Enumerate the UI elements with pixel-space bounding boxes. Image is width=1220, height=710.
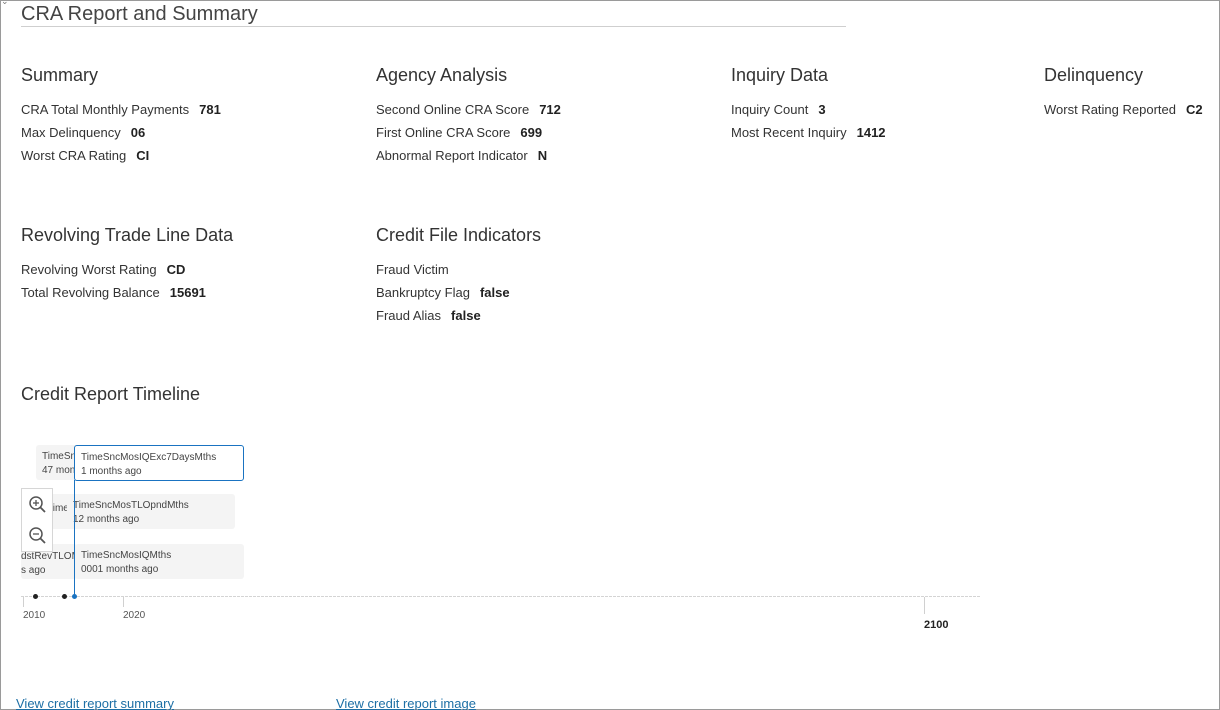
field-value: C2 bbox=[1186, 102, 1203, 117]
collapse-caret-icon[interactable]: ⌄ bbox=[1, 0, 9, 7]
event-time: 0001 months ago bbox=[81, 564, 159, 575]
agency-heading: Agency Analysis bbox=[376, 65, 508, 85]
delinquency-section: Delinquency Worst Rating Reported C2 bbox=[1044, 64, 1203, 121]
page-title: CRA Report and Summary bbox=[21, 3, 258, 25]
revolving-row: Total Revolving Balance 15691 bbox=[21, 281, 233, 304]
event-time: s ago bbox=[21, 565, 46, 576]
event-name: TimeSn bbox=[42, 451, 77, 462]
summary-heading: Summary bbox=[21, 65, 99, 85]
agency-row: Abnormal Report Indicator N bbox=[376, 144, 561, 167]
summary-section: Summary CRA Total Monthly Payments 781 Ma… bbox=[21, 64, 221, 167]
selected-event-marker bbox=[74, 480, 75, 596]
inquiry-heading: Inquiry Data bbox=[731, 65, 829, 85]
view-summary-link[interactable]: View credit report summary bbox=[16, 696, 174, 710]
field-label: Second Online CRA Score bbox=[376, 102, 530, 117]
field-value: N bbox=[537, 148, 548, 163]
timeline-axis bbox=[21, 596, 981, 597]
field-label: Revolving Worst Rating bbox=[21, 262, 157, 277]
summary-row: CRA Total Monthly Payments 781 bbox=[21, 98, 221, 121]
event-name: TimeSncMosTLOpndMths bbox=[73, 500, 189, 511]
revolving-section: Revolving Trade Line Data Revolving Wors… bbox=[21, 224, 233, 304]
event-time: 1 months ago bbox=[81, 466, 142, 477]
field-label: Fraud Victim bbox=[376, 262, 449, 277]
field-label: Bankruptcy Flag bbox=[376, 285, 470, 300]
event-time: 12 months ago bbox=[73, 514, 140, 525]
event-name: TimeSncMosIQExc7DaysMths bbox=[81, 452, 217, 463]
axis-tick bbox=[23, 597, 24, 607]
field-label: Abnormal Report Indicator bbox=[376, 148, 528, 163]
credit-file-row: Bankruptcy Flag false bbox=[376, 281, 541, 304]
timeline-event[interactable]: TimeSncMosIQMths 0001 months ago bbox=[75, 544, 244, 579]
credit-file-row: Fraud Victim bbox=[376, 258, 541, 281]
field-value: 699 bbox=[520, 125, 543, 140]
credit-file-row: Fraud Alias false bbox=[376, 304, 541, 327]
field-label: Worst Rating Reported bbox=[1044, 102, 1176, 117]
field-value: 06 bbox=[130, 125, 146, 140]
agency-row: First Online CRA Score 699 bbox=[376, 121, 561, 144]
field-value: 15691 bbox=[169, 285, 206, 300]
credit-file-section: Credit File Indicators Fraud Victim Bank… bbox=[376, 224, 541, 327]
axis-tick-label: 2010 bbox=[23, 610, 46, 621]
axis-tick-label: 2100 bbox=[924, 619, 949, 631]
field-value: 3 bbox=[818, 102, 826, 117]
summary-row: Max Delinquency 06 bbox=[21, 121, 221, 144]
field-label: Total Revolving Balance bbox=[21, 285, 160, 300]
timeline-point[interactable] bbox=[33, 594, 38, 599]
agency-analysis-section: Agency Analysis Second Online CRA Score 7… bbox=[376, 64, 561, 167]
field-value: CI bbox=[136, 148, 150, 163]
inquiry-data-section: Inquiry Data Inquiry Count 3 Most Recent … bbox=[731, 64, 886, 144]
field-label: Inquiry Count bbox=[731, 102, 809, 117]
field-label: Fraud Alias bbox=[376, 308, 442, 323]
field-value: 712 bbox=[539, 102, 561, 117]
agency-row: Second Online CRA Score 712 bbox=[376, 98, 561, 121]
zoom-out-button[interactable] bbox=[22, 520, 52, 551]
axis-tick bbox=[924, 597, 925, 614]
field-value: CD bbox=[166, 262, 186, 277]
view-image-link[interactable]: View credit report image bbox=[336, 696, 476, 710]
credit-report-timeline[interactable]: TimeSn 47 mon dstRevTLOM s ago TimeSncOp… bbox=[21, 440, 981, 640]
delinquency-row: Worst Rating Reported C2 bbox=[1044, 98, 1203, 121]
title-divider bbox=[21, 26, 846, 27]
timeline-event[interactable]: TimeSncMosTLOpndMths 12 months ago bbox=[67, 494, 235, 529]
field-label: First Online CRA Score bbox=[376, 125, 511, 140]
field-value: false bbox=[479, 285, 510, 300]
timeline-heading: Credit Report Timeline bbox=[21, 384, 201, 404]
delinquency-heading: Delinquency bbox=[1044, 65, 1144, 85]
timeline-event-selected[interactable]: TimeSncMosIQExc7DaysMths 1 months ago bbox=[74, 445, 244, 481]
zoom-in-icon bbox=[29, 496, 46, 513]
timeline-point[interactable] bbox=[62, 594, 67, 599]
field-value: false bbox=[451, 308, 481, 323]
field-label: Worst CRA Rating bbox=[21, 148, 127, 163]
field-value: 781 bbox=[199, 102, 221, 117]
field-label: Most Recent Inquiry bbox=[731, 125, 847, 140]
field-value: 1412 bbox=[856, 125, 886, 140]
zoom-in-button[interactable] bbox=[22, 489, 52, 520]
summary-row: Worst CRA Rating CI bbox=[21, 144, 221, 167]
zoom-out-icon bbox=[29, 527, 46, 544]
zoom-controls bbox=[21, 488, 53, 552]
inquiry-row: Inquiry Count 3 bbox=[731, 98, 886, 121]
revolving-heading: Revolving Trade Line Data bbox=[21, 225, 234, 245]
event-name: TimeSncMosIQMths bbox=[81, 550, 172, 561]
event-time: 47 mon bbox=[42, 465, 76, 476]
event-name: dstRevTLOM bbox=[21, 551, 77, 562]
revolving-row: Revolving Worst Rating CD bbox=[21, 258, 233, 281]
inquiry-row: Most Recent Inquiry 1412 bbox=[731, 121, 886, 144]
axis-tick bbox=[123, 597, 124, 607]
credit-file-heading: Credit File Indicators bbox=[376, 225, 542, 245]
field-label: Max Delinquency bbox=[21, 125, 121, 140]
timeline-section: Credit Report Timeline bbox=[21, 383, 200, 417]
axis-tick-label: 2020 bbox=[123, 610, 146, 621]
field-label: CRA Total Monthly Payments bbox=[21, 102, 190, 117]
